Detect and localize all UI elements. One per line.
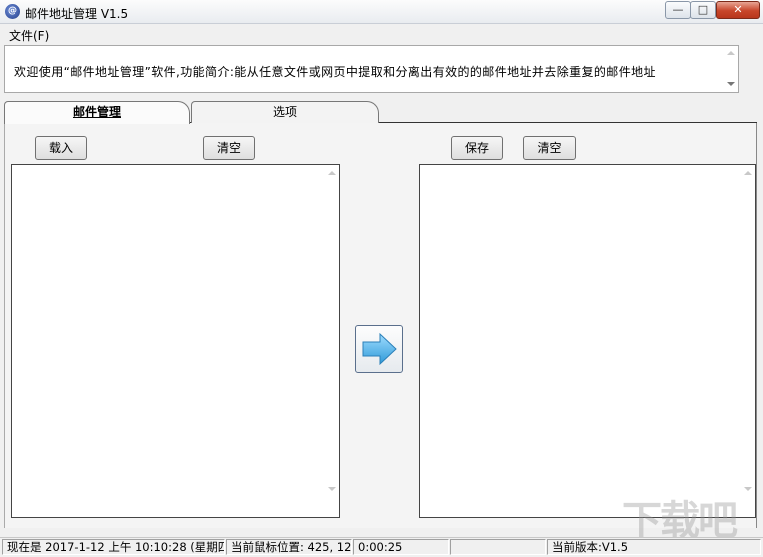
scroll-down-icon[interactable] (744, 487, 752, 491)
scroll-down-icon[interactable] (328, 487, 336, 491)
menu-item-file[interactable]: 文件(F) (9, 27, 49, 44)
source-list[interactable] (11, 164, 340, 518)
load-button[interactable]: 载入 (35, 136, 87, 160)
clear-result-button[interactable]: 清空 (523, 136, 576, 160)
source-list-scrollbar[interactable] (324, 165, 339, 517)
transfer-button[interactable] (355, 325, 403, 373)
result-list-scrollbar[interactable] (740, 165, 755, 517)
arrow-right-icon (362, 332, 397, 366)
scroll-up-icon[interactable] (328, 171, 336, 175)
tab-options[interactable]: 选项 (191, 101, 379, 123)
scroll-down-icon[interactable] (727, 82, 735, 86)
window-title: 邮件地址管理 V1.5 (25, 7, 129, 21)
status-version: 当前版本:V1.5 (547, 539, 761, 555)
maximize-button[interactable]: □ (690, 1, 716, 19)
tab-mail-management[interactable]: 邮件管理 (4, 101, 190, 124)
scroll-up-icon[interactable] (744, 171, 752, 175)
result-list[interactable] (419, 164, 756, 518)
status-datetime: 现在是 2017-1-12 上午 10:10:28 (星期四) (2, 539, 225, 555)
status-elapsed: 0:00:25 (353, 539, 449, 555)
info-text: 欢迎使用“邮件地址管理”软件,功能简介:能从任意文件或网页中提取和分离出有效的的… (14, 65, 656, 79)
minimize-button[interactable]: — (665, 1, 691, 19)
status-mouse-position: 当前鼠标位置: 425, 123 (226, 539, 352, 555)
clear-source-button[interactable]: 清空 (203, 136, 255, 160)
info-scrollbar[interactable] (723, 46, 738, 92)
close-button[interactable]: ✕ (716, 1, 760, 19)
status-empty (450, 539, 546, 555)
app-logo-icon: @ (5, 4, 20, 19)
menu-bar (0, 24, 763, 44)
save-button[interactable]: 保存 (451, 136, 503, 160)
scroll-up-icon[interactable] (727, 51, 735, 55)
